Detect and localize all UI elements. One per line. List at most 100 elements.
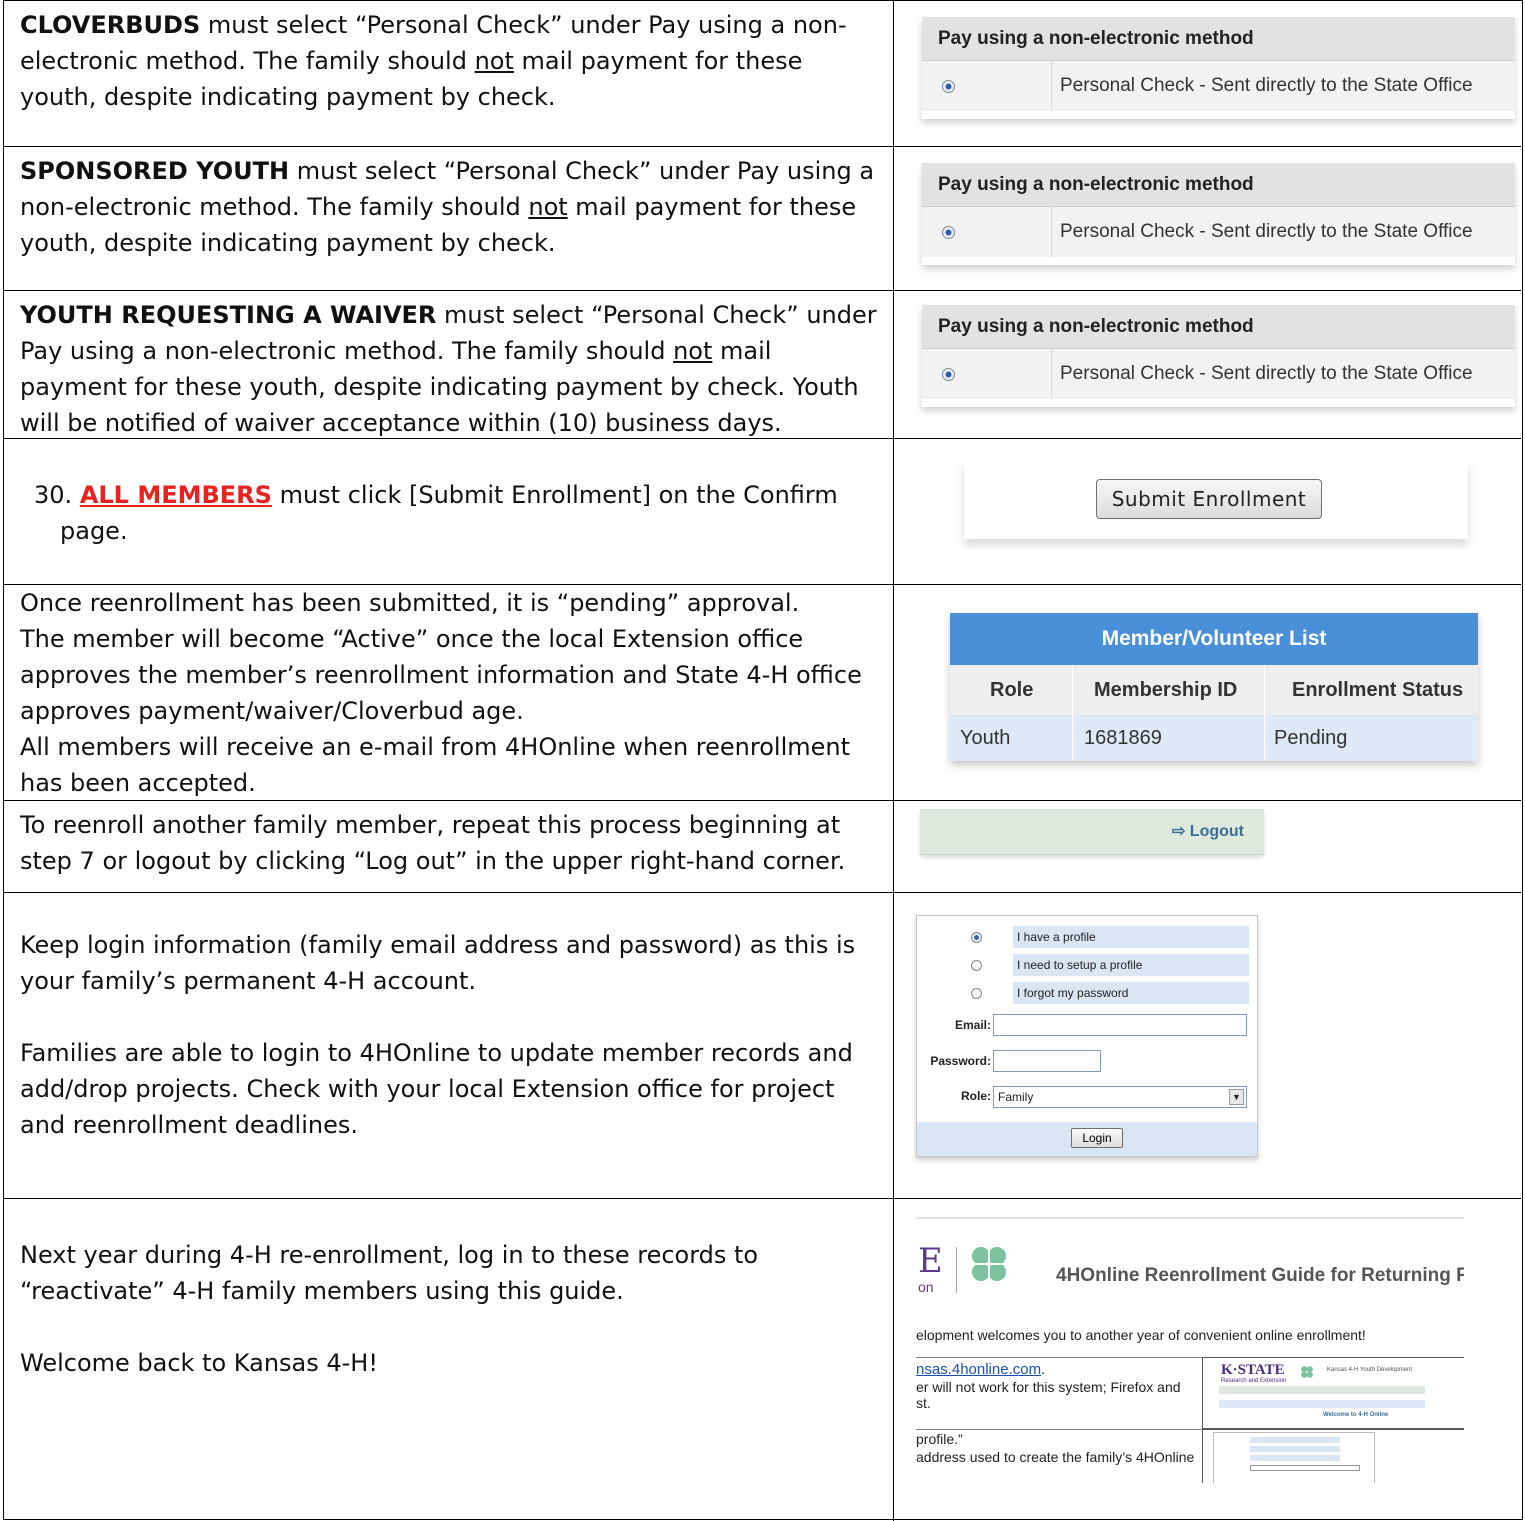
sponsored-screenshot: Pay using a non-electronic method Person… — [894, 147, 1521, 290]
logout-screenshot: ⇨ Logout — [894, 801, 1521, 892]
pay-option-label: Personal Check - Sent directly to the St… — [1060, 75, 1473, 96]
email-field[interactable] — [993, 1014, 1247, 1036]
guide-header-thumb: K·STATE Research and Extension Kansas 4-… — [1202, 1357, 1464, 1429]
pending-text: Once reenrollment has been submitted, it… — [4, 585, 894, 800]
instruction-table: CLOVERBUDS must select “Personal Check” … — [3, 0, 1523, 1521]
row-another-member: To reenroll another family member, repea… — [4, 801, 1521, 893]
next-year-p1: Next year during 4-H re-enrollment, log … — [20, 1241, 759, 1305]
cloverbuds-lead: CLOVERBUDS — [20, 11, 201, 39]
login-footer: Login — [917, 1122, 1257, 1156]
row-next-year: Next year during 4-H re-enrollment, log … — [4, 1199, 1521, 1521]
member-list-columns: Role Membership ID Enrollment Status — [950, 665, 1478, 715]
row-login-info: Keep login information (family email add… — [4, 893, 1521, 1199]
password-label: Password: — [930, 1054, 991, 1068]
personal-check-radio[interactable] — [942, 226, 955, 239]
logout-link[interactable]: ⇨ Logout — [1172, 809, 1244, 855]
cloverbuds-text: CLOVERBUDS must select “Personal Check” … — [4, 1, 894, 146]
personal-check-radio[interactable] — [942, 80, 955, 93]
password-field[interactable] — [993, 1050, 1101, 1072]
forgot-password-radio[interactable] — [971, 988, 982, 999]
pay-panel: Pay using a non-electronic method Person… — [922, 17, 1515, 119]
clover-icon — [970, 1245, 1008, 1283]
have-profile-radio[interactable] — [971, 932, 982, 943]
submit-screenshot: Submit Enrollment — [894, 439, 1521, 584]
waiver-text: YOUTH REQUESTING A WAIVER must select “P… — [4, 291, 894, 438]
submit-enrollment-button[interactable]: Submit Enrollment — [1096, 479, 1322, 519]
row-pending: Once reenrollment has been submitted, it… — [4, 585, 1521, 801]
another-instruction: To reenroll another family member, repea… — [20, 811, 846, 875]
pay-option-label: Personal Check - Sent directly to the St… — [1060, 221, 1473, 242]
setup-profile-option[interactable]: I need to setup a profile — [1013, 954, 1249, 976]
pay-option-row[interactable]: Personal Check - Sent directly to the St… — [922, 207, 1515, 257]
kstate-wordmark: K·STATE — [1221, 1362, 1285, 1378]
sponsored-lead: SPONSORED YOUTH — [20, 157, 290, 185]
role-select[interactable]: Family ▼ — [993, 1086, 1247, 1108]
cloverbuds-not: not — [474, 47, 514, 75]
guide-profile-line-2: address used to create the family’s 4HOn… — [916, 1449, 1195, 1465]
column-enrollment-status: Enrollment Status — [1292, 679, 1464, 701]
setup-profile-radio[interactable] — [971, 960, 982, 971]
login-info-p1: Keep login information (family email add… — [20, 931, 856, 995]
login-info-p2: Families are able to login to 4HOnline t… — [20, 1039, 853, 1139]
submit-panel: Submit Enrollment — [964, 459, 1468, 539]
have-profile-option[interactable]: I have a profile — [1013, 926, 1249, 948]
cloverbuds-screenshot: Pay using a non-electronic method Person… — [894, 1, 1521, 146]
chevron-down-icon[interactable]: ▼ — [1229, 1089, 1244, 1105]
next-year-p2: Welcome back to Kansas 4-H! — [20, 1349, 378, 1377]
personal-check-radio[interactable] — [942, 368, 955, 381]
another-text: To reenroll another family member, repea… — [4, 801, 894, 892]
login-form: I have a profile I need to setup a profi… — [916, 915, 1258, 1157]
guide-title: 4HOnline Reenrollment Guide for Returnin… — [1056, 1265, 1464, 1286]
kstate-dept: Kansas 4-H Youth Development — [1327, 1367, 1413, 1373]
email-label: Email: — [954, 1018, 991, 1032]
pending-line-1: Once reenrollment has been submitted, it… — [20, 589, 800, 617]
pay-panel-header: Pay using a non-electronic method — [922, 305, 1515, 349]
member-list-title: Member/Volunteer List — [950, 613, 1478, 665]
row-waiver: YOUTH REQUESTING A WAIVER must select “P… — [4, 291, 1521, 439]
guide-welcome-line: elopment welcomes you to another year of… — [916, 1327, 1366, 1343]
pay-option-row[interactable]: Personal Check - Sent directly to the St… — [922, 61, 1515, 111]
login-info-text: Keep login information (family email add… — [4, 893, 894, 1198]
reenrollment-guide-thumbnail: E on 4HOnline Reenrollment Guide for Ret… — [916, 1217, 1464, 1483]
guide-browser-line-1: er will not work for this system; Firefo… — [916, 1379, 1181, 1395]
sponsored-text: SPONSORED YOUTH must select “Personal Ch… — [4, 147, 894, 290]
guide-profile-line-1: profile.” — [916, 1431, 963, 1447]
row-submit: 30. ALL MEMBERS must click [Submit Enrol… — [4, 439, 1521, 585]
row-sponsored-youth: SPONSORED YOUTH must select “Personal Ch… — [4, 147, 1521, 291]
logout-label: Logout — [1189, 823, 1244, 840]
submit-text: 30. ALL MEMBERS must click [Submit Enrol… — [4, 439, 894, 584]
pending-line-2: The member will become “Active” once the… — [20, 625, 862, 725]
all-members-lead: ALL MEMBERS — [79, 481, 272, 509]
kstate-logo-fragment: E — [918, 1241, 943, 1281]
table-row[interactable]: Youth 1681869 Pending — [950, 715, 1478, 761]
pay-panel: Pay using a non-electronic method Person… — [922, 163, 1515, 265]
guide-link-line: nsas.4honline.com. — [916, 1361, 1045, 1378]
header-bar: ⇨ Logout — [920, 809, 1264, 855]
guide-screenshot: E on 4HOnline Reenrollment Guide for Ret… — [894, 1199, 1521, 1521]
pay-option-row[interactable]: Personal Check - Sent directly to the St… — [922, 349, 1515, 399]
next-year-text: Next year during 4-H re-enrollment, log … — [4, 1199, 894, 1521]
waiver-screenshot: Pay using a non-electronic method Person… — [894, 291, 1521, 438]
guide-link[interactable]: nsas.4honline.com — [916, 1361, 1041, 1378]
step-number: 30. — [34, 481, 73, 509]
pay-option-label: Personal Check - Sent directly to the St… — [1060, 363, 1473, 384]
column-role: Role — [990, 679, 1034, 701]
login-button[interactable]: Login — [1071, 1128, 1123, 1148]
column-membership-id: Membership ID — [1094, 679, 1238, 701]
cell-enrollment-status: Pending — [1274, 727, 1348, 749]
login-screenshot: I have a profile I need to setup a profi… — [894, 893, 1521, 1198]
waiver-lead: YOUTH REQUESTING A WAIVER — [20, 301, 437, 329]
guide-login-thumb — [1202, 1429, 1464, 1483]
pay-panel: Pay using a non-electronic method Person… — [922, 305, 1515, 407]
role-select-value: Family — [998, 1090, 1034, 1104]
pay-panel-header: Pay using a non-electronic method — [922, 163, 1515, 207]
member-list-screenshot: Member/Volunteer List Role Membership ID… — [894, 585, 1521, 800]
guide-browser-line-2: st. — [916, 1395, 931, 1411]
welcome-4h-online: Welcome to 4-H Online — [1323, 1412, 1389, 1418]
role-label: Role: — [961, 1089, 991, 1103]
forgot-password-option[interactable]: I forgot my password — [1013, 982, 1249, 1004]
row-cloverbuds: CLOVERBUDS must select “Personal Check” … — [4, 1, 1521, 147]
sponsored-not: not — [528, 193, 568, 221]
pending-line-3: All members will receive an e-mail from … — [20, 733, 851, 797]
cell-membership-id: 1681869 — [1084, 727, 1162, 749]
